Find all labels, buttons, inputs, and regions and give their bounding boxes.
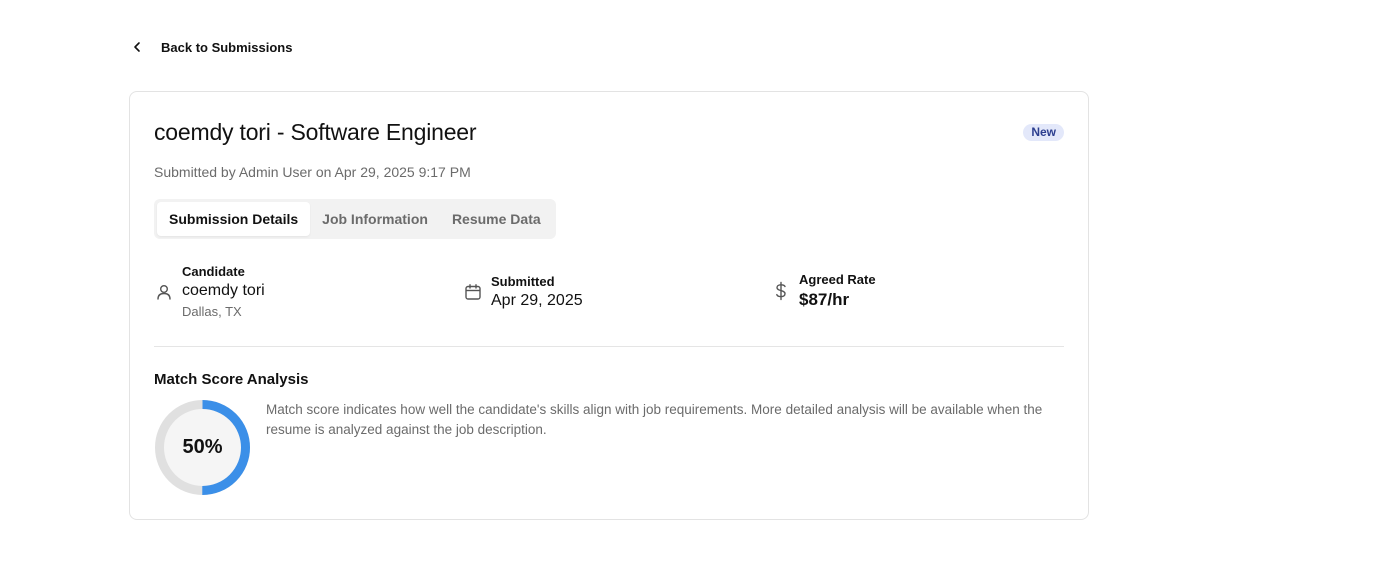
status-badge: New bbox=[1023, 124, 1064, 141]
match-score-title: Match Score Analysis bbox=[154, 371, 309, 388]
submitted-label: Submitted bbox=[491, 274, 555, 289]
page-title: coemdy tori - Software Engineer bbox=[154, 119, 477, 145]
chevron-left-icon bbox=[130, 40, 144, 54]
submitted-info: Submitted Apr 29, 2025 bbox=[463, 274, 583, 310]
rate-value: $87/hr bbox=[799, 290, 850, 309]
section-divider bbox=[154, 346, 1064, 347]
submission-card: coemdy tori - Software Engineer New Subm… bbox=[129, 91, 1089, 520]
submitted-date: Apr 29, 2025 bbox=[491, 292, 583, 309]
candidate-location: Dallas, TX bbox=[182, 304, 242, 319]
tab-resume-data[interactable]: Resume Data bbox=[440, 202, 553, 236]
calendar-icon bbox=[463, 282, 483, 302]
rate-label: Agreed Rate bbox=[799, 272, 876, 287]
candidate-info: Candidate coemdy tori Dallas, TX bbox=[154, 264, 265, 319]
match-score-description: Match score indicates how well the candi… bbox=[266, 402, 1043, 437]
tab-submission-details[interactable]: Submission Details bbox=[157, 202, 311, 236]
candidate-name: coemdy tori bbox=[182, 282, 265, 299]
match-score-value: 50% bbox=[182, 436, 223, 458]
tab-bar: Submission Details Job Information Resum… bbox=[154, 199, 556, 239]
rate-info: Agreed Rate $87/hr bbox=[771, 272, 876, 310]
back-link-label: Back to Submissions bbox=[161, 39, 293, 55]
submitted-by-text: Submitted by Admin User on Apr 29, 2025 … bbox=[154, 164, 471, 180]
user-icon bbox=[154, 282, 174, 302]
tab-job-information[interactable]: Job Information bbox=[310, 202, 440, 236]
back-to-submissions-link[interactable]: Back to Submissions bbox=[130, 37, 292, 57]
dollar-icon bbox=[771, 281, 791, 301]
candidate-label: Candidate bbox=[182, 264, 245, 279]
